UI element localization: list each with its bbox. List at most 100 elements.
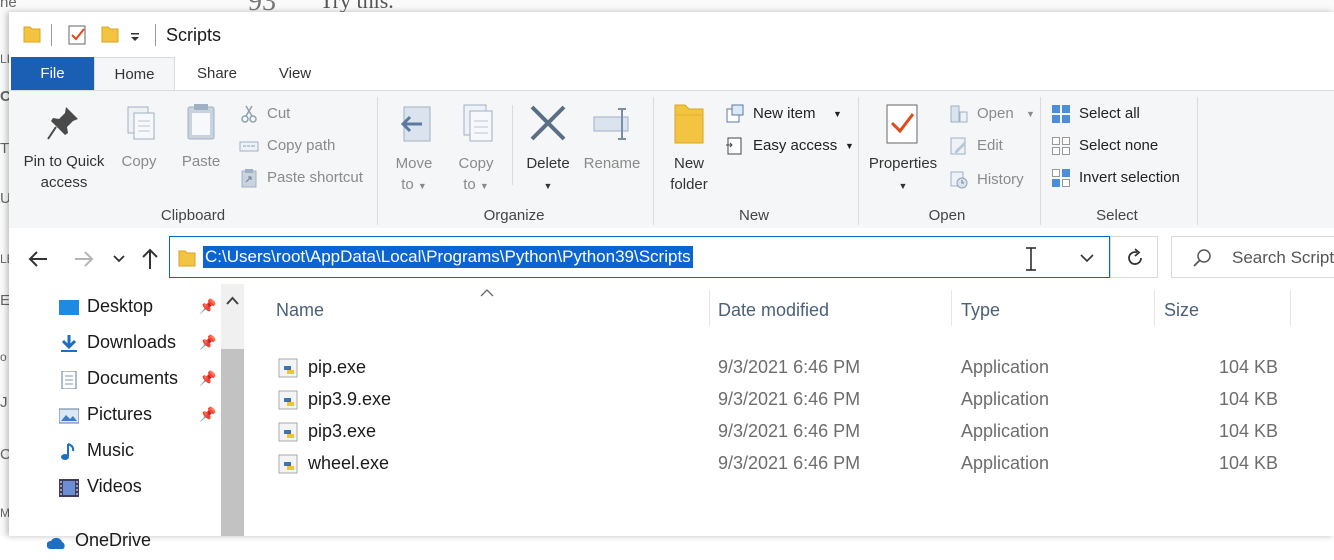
scrollbar-thumb[interactable]	[221, 349, 244, 536]
address-path-text[interactable]: C:\Users\root\AppData\Local\Programs\Pyt…	[203, 246, 693, 268]
tab-home[interactable]: Home	[94, 57, 175, 91]
tab-file[interactable]: File	[11, 57, 94, 90]
scroll-up-chevron-icon[interactable]	[226, 296, 239, 306]
up-arrow-icon[interactable]	[139, 247, 161, 271]
column-header-size[interactable]: Size	[1164, 300, 1199, 321]
dropdown-arrow-icon: ▼	[479, 181, 489, 191]
paste-shortcut-icon	[241, 169, 257, 188]
python-exe-icon	[278, 390, 298, 410]
invert-selection-button[interactable]: Invert selection	[1051, 165, 1201, 191]
pin-icon[interactable]: 📌	[199, 334, 216, 351]
properties-quick-access-icon[interactable]	[67, 24, 89, 46]
address-dropdown-chevron-icon[interactable]	[1080, 253, 1094, 263]
copy-button[interactable]: Copy	[113, 101, 165, 172]
column-header-date-modified[interactable]: Date modified	[718, 300, 829, 321]
address-bar[interactable]: C:\Users\root\AppData\Local\Programs\Pyt…	[169, 236, 1110, 278]
new-item-button[interactable]: New item ▼	[725, 101, 847, 127]
tab-share[interactable]: Share	[182, 57, 252, 90]
dropdown-arrow-icon: ▼	[417, 181, 427, 191]
column-header-name[interactable]: Name	[276, 300, 324, 321]
column-divider[interactable]	[709, 290, 710, 326]
file-size: 104 KB	[1218, 389, 1278, 409]
nav-item-label: Downloads	[87, 332, 177, 352]
column-divider[interactable]	[951, 290, 952, 326]
cut-button[interactable]: Cut	[239, 101, 369, 127]
pin-icon[interactable]: 📌	[199, 406, 216, 423]
tab-view[interactable]: View	[261, 57, 329, 90]
file-row[interactable]: pip3.9.exe 9/3/2021 6:46 PM Application …	[276, 384, 1316, 416]
nav-item-desktop[interactable]: Desktop 📌	[57, 290, 227, 326]
customize-toolbar-chevron-icon[interactable]	[129, 32, 141, 44]
file-row[interactable]: pip3.exe 9/3/2021 6:46 PM Application 10…	[276, 416, 1316, 448]
forward-arrow-icon[interactable]	[73, 248, 95, 270]
select-all-button[interactable]: Select all	[1051, 101, 1191, 127]
column-divider[interactable]	[1290, 290, 1291, 326]
nav-item-label: OneDrive	[75, 530, 152, 550]
file-date: 9/3/2021 6:46 PM	[718, 389, 861, 409]
file-type: Application	[961, 389, 1050, 409]
file-date: 9/3/2021 6:46 PM	[718, 453, 861, 473]
refresh-button[interactable]	[1110, 236, 1158, 278]
copy-path-label: Copy path	[267, 137, 336, 154]
recent-locations-chevron-icon[interactable]	[113, 254, 125, 264]
edit-button[interactable]: Edit	[949, 133, 1039, 159]
file-type: Application	[961, 357, 1050, 377]
open-button[interactable]: Open ▼	[949, 101, 1039, 127]
file-date: 9/3/2021 6:46 PM	[718, 421, 861, 441]
file-name: pip.exe	[308, 357, 367, 377]
copy-to-button[interactable]: Copy to ▼	[449, 101, 503, 197]
file-name: wheel.exe	[308, 453, 390, 473]
dropdown-arrow-icon: ▼	[543, 181, 553, 191]
new-folder-button[interactable]: New folder	[665, 101, 713, 195]
new-folder-icon	[674, 104, 704, 144]
desktop-icon	[59, 300, 79, 315]
text-cursor-icon	[1026, 247, 1036, 271]
pin-icon[interactable]: 📌	[199, 298, 216, 315]
group-separator	[653, 97, 654, 225]
group-label-open: Open	[928, 207, 966, 224]
nav-item-music[interactable]: Music	[57, 434, 227, 470]
history-button[interactable]: History	[949, 167, 1044, 193]
nav-item-onedrive[interactable]: OneDrive	[45, 524, 215, 560]
folder-icon	[178, 250, 196, 267]
nav-item-downloads[interactable]: Downloads 📌	[57, 326, 227, 362]
copy-path-button[interactable]: Copy path	[239, 133, 369, 159]
file-row[interactable]: wheel.exe 9/3/2021 6:46 PM Application 1…	[276, 448, 1316, 480]
background-fragment: ne	[0, 0, 17, 11]
group-separator	[858, 97, 859, 225]
column-header-type[interactable]: Type	[961, 300, 1000, 321]
properties-label: Properties	[868, 155, 938, 172]
rename-icon	[593, 108, 629, 140]
paste-button[interactable]: Paste	[175, 101, 227, 172]
search-box[interactable]: Search Scripts	[1171, 236, 1334, 278]
properties-button[interactable]: Properties ▼	[865, 101, 941, 197]
pin-icon[interactable]: 📌	[199, 370, 216, 387]
new-folder-quick-access-icon[interactable]	[101, 24, 119, 44]
file-size: 104 KB	[1218, 357, 1278, 377]
ribbon: Pin to Quick access Copy Paste Cut Copy …	[9, 90, 1334, 229]
navigation-bar: C:\Users\root\AppData\Local\Programs\Pyt…	[9, 228, 1334, 284]
pin-to-quick-access-button[interactable]: Pin to Quick access	[17, 101, 111, 193]
file-row[interactable]: pip.exe 9/3/2021 6:46 PM Application 104…	[276, 352, 1316, 384]
nav-item-pictures[interactable]: Pictures 📌	[57, 398, 227, 434]
column-divider[interactable]	[1154, 290, 1155, 326]
file-name: pip3.exe	[308, 421, 377, 441]
invert-selection-label: Invert selection	[1079, 169, 1180, 186]
move-to-button[interactable]: Move to ▼	[387, 101, 441, 197]
group-label-select: Select	[1096, 207, 1138, 224]
select-none-button[interactable]: Select none	[1051, 133, 1191, 159]
sort-ascending-chevron-icon	[480, 289, 494, 297]
easy-access-button[interactable]: Easy access ▼	[725, 133, 855, 159]
rename-button[interactable]: Rename	[581, 101, 643, 174]
paste-shortcut-button[interactable]: Paste shortcut	[239, 165, 379, 191]
nav-item-label: Pictures	[87, 404, 153, 424]
nav-item-documents[interactable]: Documents 📌	[57, 362, 227, 398]
select-all-icon	[1052, 105, 1070, 123]
back-arrow-icon[interactable]	[27, 248, 49, 270]
select-none-icon	[1052, 137, 1070, 155]
nav-scrollbar[interactable]	[221, 284, 244, 536]
nav-item-videos[interactable]: Videos	[57, 470, 227, 506]
nav-item-label: Desktop	[87, 296, 154, 316]
file-explorer-window: Scripts File Home Share View Pin to Quic…	[9, 12, 1334, 550]
delete-button[interactable]: Delete ▼	[521, 101, 575, 197]
